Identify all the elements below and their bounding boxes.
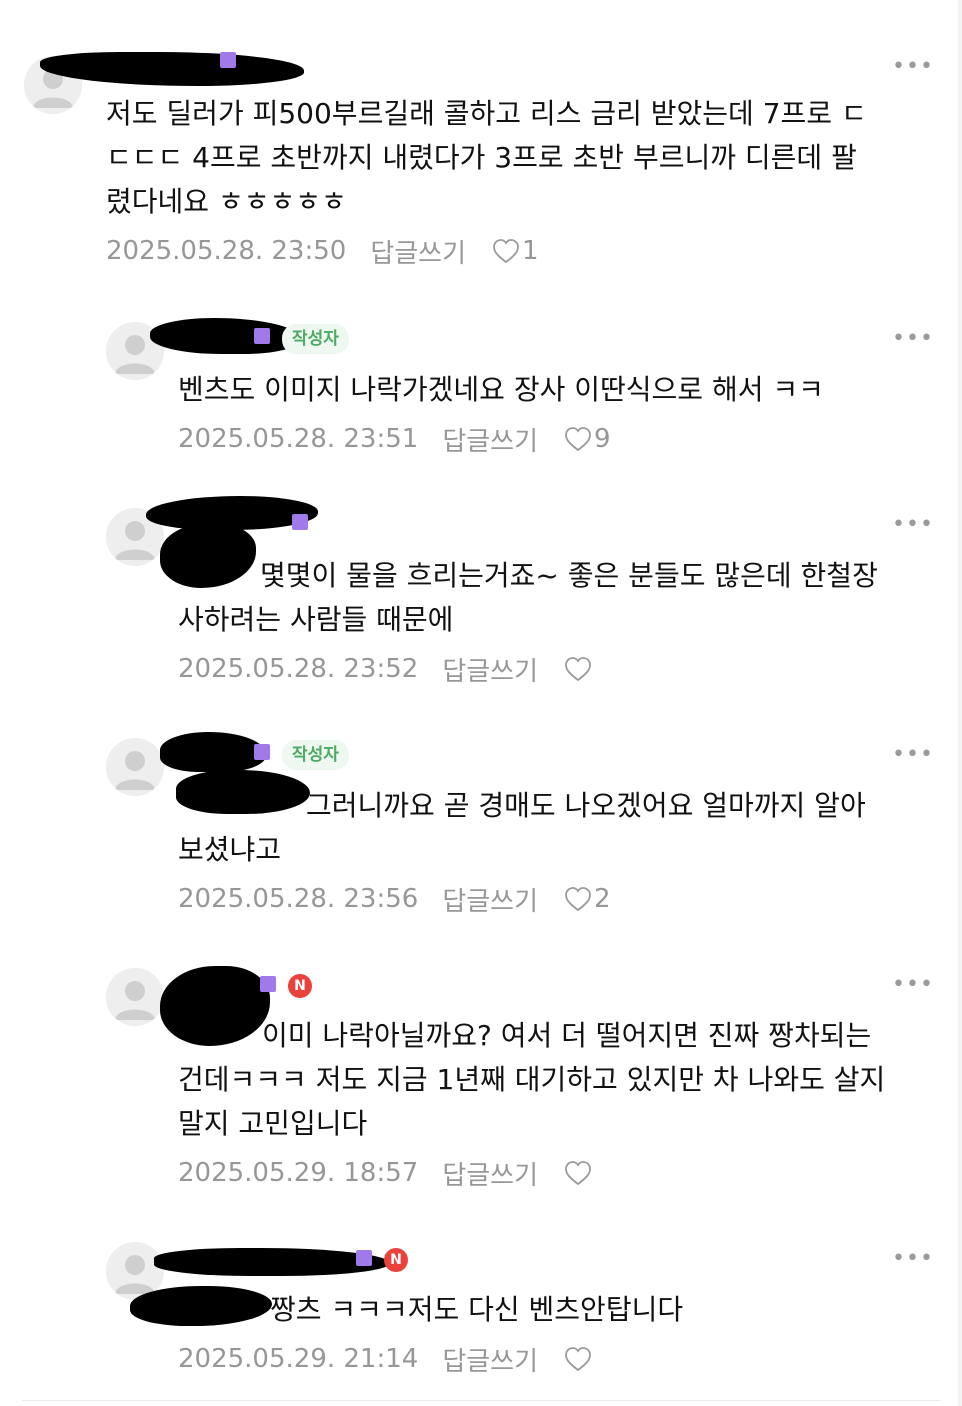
default-user-avatar-icon	[106, 968, 164, 1026]
comment-meta: 2025.05.28. 23:52 답글쓰기	[178, 651, 594, 688]
heart-outline-icon	[565, 1161, 591, 1186]
redacted-nickname	[160, 732, 266, 772]
level-icon	[254, 328, 270, 344]
comment-meta: 2025.05.28. 23:51 답글쓰기 9	[178, 421, 611, 458]
heart-outline-icon	[565, 657, 591, 682]
new-badge: N	[288, 974, 312, 998]
level-icon	[260, 976, 276, 992]
comment-date: 2025.05.29. 21:14	[178, 1344, 419, 1374]
comment-meta: 2025.05.29. 21:14 답글쓰기	[178, 1341, 594, 1378]
redacted-mention	[130, 1286, 272, 1326]
more-options-icon[interactable]: •••	[892, 56, 933, 82]
comment-date: 2025.05.28. 23:51	[178, 424, 419, 454]
comment-text: 그러니까요 곧 경매도 나오겠어요 얼마까지 알아 보셨냐고	[178, 789, 866, 866]
heart-outline-icon	[493, 239, 519, 264]
more-options-icon[interactable]: •••	[892, 974, 933, 1000]
comment-text: 몇몇이 물을 흐리는거죠~ 좋은 분들도 많은데 한철장 사하려는 사람들 때문…	[178, 559, 878, 636]
like-button[interactable]	[564, 1346, 594, 1372]
more-options-icon[interactable]: •••	[892, 1248, 933, 1274]
comment-text: 이미 나락아닐까요? 여서 더 떨어지면 진짜 짱차되는 건데ㅋㅋㅋ 저도 지금…	[178, 1019, 886, 1140]
default-user-avatar-icon	[106, 738, 164, 796]
comment-date: 2025.05.28. 23:52	[178, 654, 419, 684]
author-badge: 작성자	[282, 324, 349, 354]
like-button[interactable]: 2	[564, 884, 611, 914]
comment-date: 2025.05.28. 23:56	[178, 884, 419, 914]
redacted-nickname	[150, 318, 300, 354]
reply-button[interactable]: 답글쓰기	[370, 233, 466, 270]
heart-outline-icon	[565, 887, 591, 912]
redacted-nickname	[154, 1248, 390, 1276]
comment-date: 2025.05.28. 23:50	[106, 236, 347, 266]
more-options-icon[interactable]: •••	[892, 744, 933, 770]
avatar[interactable]	[106, 738, 164, 796]
reply-button[interactable]: 답글쓰기	[442, 421, 538, 458]
like-count: 2	[594, 884, 611, 914]
heart-outline-icon	[565, 1347, 591, 1372]
more-options-icon[interactable]: •••	[892, 514, 933, 540]
like-count: 9	[594, 424, 611, 454]
like-count: 1	[522, 236, 539, 266]
comment-text: 벤츠도 이미지 나락가겠네요 장사 이딴식으로 해서 ㅋㅋ	[178, 373, 824, 406]
comment-text: 저도 딜러가 피500부르길래 콜하고 리스 금리 받았는데 7프로 ㄷ ㄷㄷㄷ…	[106, 97, 867, 218]
like-button[interactable]	[564, 656, 594, 682]
divider	[22, 1400, 940, 1401]
like-button[interactable]	[564, 1160, 594, 1186]
level-icon	[356, 1250, 372, 1266]
comment-meta: 2025.05.29. 18:57 답글쓰기	[178, 1155, 594, 1192]
new-badge: N	[384, 1248, 408, 1272]
reply-button[interactable]: 답글쓰기	[442, 1341, 538, 1378]
reply-button[interactable]: 답글쓰기	[442, 881, 538, 918]
reply-button[interactable]: 답글쓰기	[442, 1155, 538, 1192]
level-icon	[292, 514, 308, 530]
comment-text: 짱츠 ㅋㅋㅋ저도 다신 벤츠안탑니다	[270, 1293, 684, 1326]
like-button[interactable]: 1	[492, 236, 539, 266]
author-badge: 작성자	[282, 740, 349, 770]
avatar[interactable]	[106, 968, 164, 1026]
level-icon	[220, 52, 236, 68]
scrollbar[interactable]	[958, 0, 962, 1406]
comment-meta: 2025.05.28. 23:56 답글쓰기 2	[178, 881, 611, 918]
reply-button[interactable]: 답글쓰기	[442, 651, 538, 688]
more-options-icon[interactable]: •••	[892, 328, 933, 354]
comment-meta: 2025.05.28. 23:50 답글쓰기 1	[106, 233, 539, 270]
level-icon	[254, 744, 270, 760]
comment-date: 2025.05.29. 18:57	[178, 1158, 419, 1188]
like-button[interactable]: 9	[564, 424, 611, 454]
heart-outline-icon	[565, 427, 591, 452]
